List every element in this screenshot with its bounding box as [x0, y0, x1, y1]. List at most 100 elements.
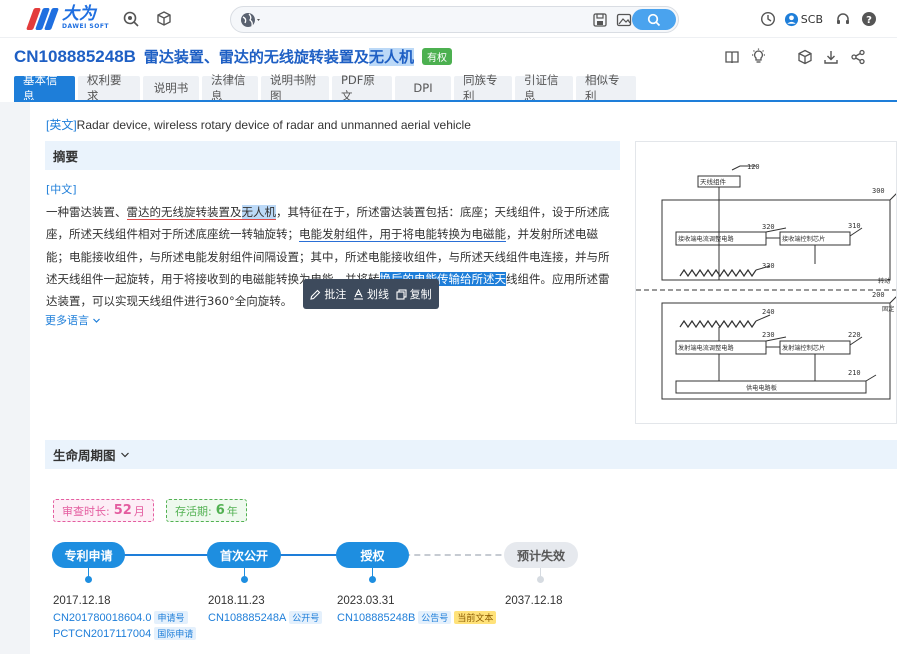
survival-period-value: 6: [215, 503, 225, 518]
copy-icon: [396, 288, 407, 300]
logo-cn-text: 大为: [62, 4, 96, 24]
lifecycle-heading[interactable]: 生命周期图: [45, 440, 897, 469]
drawing-svg: 120 300 320 310 330 200 240 230 220 210 …: [636, 163, 896, 400]
underline-label: 划线: [366, 288, 389, 301]
patent-title-highlight: 无人机: [368, 48, 414, 66]
stage-date-expiry: 2037.12.18: [505, 595, 563, 607]
stage-first-publication[interactable]: 首次公开: [207, 542, 281, 568]
copy-label: 复制: [409, 288, 432, 301]
stage-expected-expiry[interactable]: 预计失效: [504, 542, 578, 568]
review-duration-value: 52: [113, 503, 132, 518]
chevron-down-icon: [93, 318, 100, 323]
user-name[interactable]: SCB: [801, 13, 823, 26]
logo[interactable]: 大为 DAWEI SOFT: [25, 4, 110, 31]
patent-title-row: CN108885248B 雷达装置、雷达的无线旋转装置及无人机 有权: [14, 46, 452, 67]
stage-date-publication: 2018.11.23: [208, 595, 265, 607]
logo-en-text: DAWEI SOFT: [62, 23, 110, 30]
top-bar: 大为 DAWEI SOFT SCB ?: [0, 0, 897, 38]
tab-basic-info[interactable]: 基本信息: [14, 73, 75, 103]
grant-number-value: CN108885248B: [337, 611, 416, 624]
application-number-value: CN201780018604.0: [53, 611, 152, 624]
abstract-seg-3: 无人机: [241, 205, 276, 220]
cube-icon[interactable]: [155, 10, 173, 28]
grant-number-tag: 公告号: [418, 611, 452, 624]
review-duration-label: 审查时长:: [62, 504, 110, 518]
image-search-icon[interactable]: [616, 12, 632, 28]
fig-send-circuit-text: 发射端电流调整电路: [678, 344, 734, 352]
book-icon[interactable]: [724, 49, 740, 65]
stage-date-grant: 2023.03.31: [337, 595, 395, 607]
search-bar[interactable]: [230, 6, 679, 33]
user-avatar-icon[interactable]: [784, 12, 799, 27]
lightbulb-icon[interactable]: [750, 48, 767, 65]
stage-dot: [537, 576, 544, 583]
grant-number[interactable]: CN108885248B 公告号 当前文本: [337, 611, 497, 624]
tab-family[interactable]: 同族专利: [454, 73, 512, 103]
review-duration-unit: 月: [133, 504, 145, 518]
fig-label-240: 240: [762, 308, 775, 316]
fig-recv-chip-text: 接收端控制芯片: [782, 235, 825, 243]
abstract-heading: 摘要: [45, 141, 620, 170]
publication-number[interactable]: CN108885248A 公开号: [208, 611, 323, 624]
tab-citations[interactable]: 引证信息: [515, 73, 573, 103]
application-number-tag: 申请号: [154, 611, 188, 624]
fig-label-300: 300: [872, 187, 885, 195]
download-icon[interactable]: [823, 49, 839, 65]
copy-button[interactable]: 复制: [396, 286, 432, 302]
tab-dpi[interactable]: DPI: [395, 76, 451, 100]
lifecycle-heading-label: 生命周期图: [53, 448, 116, 463]
pct-number[interactable]: PCTCN2017117004 国际申请: [53, 627, 197, 640]
tab-similar[interactable]: 相似专利: [576, 73, 636, 103]
survival-period-unit: 年: [226, 504, 238, 518]
tab-pdf[interactable]: PDF原文: [332, 73, 392, 103]
publication-number-value: CN108885248A: [208, 611, 287, 624]
patent-drawing[interactable]: 120 300 320 310 330 200 240 230 220 210 …: [635, 141, 897, 424]
stage-date-application: 2017.12.18: [53, 595, 111, 607]
abstract-seg-1: 一种雷达装置、: [46, 205, 127, 219]
history-icon[interactable]: [760, 11, 776, 27]
stage-dot: [369, 576, 376, 583]
fig-power-text: 供电电路板: [746, 384, 777, 392]
fig-label-220: 220: [848, 331, 861, 339]
fig-label-310: 310: [848, 222, 861, 230]
patent-title: 雷达装置、雷达的无线旋转装置及无人机: [144, 46, 414, 67]
english-tag: [英文]: [46, 118, 77, 132]
chevron-down-icon: [120, 452, 129, 457]
abstract-seg-2: 雷达的无线旋转装置及: [126, 205, 242, 220]
survival-period-badge: 存活期: 6 年: [166, 499, 247, 522]
fig-recv-circuit-text: 接收端电流调整电路: [678, 235, 734, 243]
headset-icon[interactable]: [835, 11, 851, 27]
search-settings-icon[interactable]: [122, 10, 140, 28]
tab-legal[interactable]: 法律信息: [202, 73, 258, 103]
selection-popup: 批注 划线 复制: [303, 279, 439, 309]
pct-number-value: PCTCN2017117004: [53, 627, 152, 640]
help-icon[interactable]: ?: [861, 11, 877, 27]
search-button[interactable]: [632, 9, 676, 30]
annotate-label: 批注: [324, 288, 347, 301]
tab-description[interactable]: 说明书: [143, 76, 199, 100]
tab-claims[interactable]: 权利要求: [78, 73, 140, 103]
stage-application[interactable]: 专利申请: [52, 542, 125, 568]
patent-id: CN108885248B: [14, 46, 136, 66]
fig-moving-text: 转动: [878, 277, 890, 285]
current-text-tag: 当前文本: [454, 611, 497, 624]
fig-label-330: 330: [762, 262, 775, 270]
fig-fixed-text: 固定: [882, 305, 894, 313]
english-text: Radar device, wireless rotary device of …: [76, 118, 471, 132]
save-icon[interactable]: [592, 12, 608, 28]
share-icon[interactable]: [850, 49, 866, 65]
pct-number-tag: 国际申请: [154, 627, 197, 640]
tab-drawings[interactable]: 说明书附图: [261, 73, 329, 103]
fig-label-230: 230: [762, 331, 775, 339]
globe-dropdown-icon[interactable]: [239, 11, 263, 29]
application-number[interactable]: CN201780018604.0 申请号: [53, 611, 188, 624]
more-languages-link[interactable]: 更多语言: [45, 312, 101, 328]
publication-number-tag: 公开号: [289, 611, 323, 624]
stage-grant[interactable]: 授权: [336, 542, 409, 568]
english-title: [英文]Radar device, wireless rotary device…: [46, 116, 471, 133]
tab-bar: 基本信息 权利要求 说明书 法律信息 说明书附图 PDF原文 DPI 同族专利 …: [14, 73, 636, 103]
fig-send-chip-text: 发射端控制芯片: [782, 344, 825, 352]
underline-button[interactable]: 划线: [353, 286, 389, 302]
annotate-button[interactable]: 批注: [310, 286, 346, 302]
3d-cube-icon[interactable]: [797, 49, 813, 65]
